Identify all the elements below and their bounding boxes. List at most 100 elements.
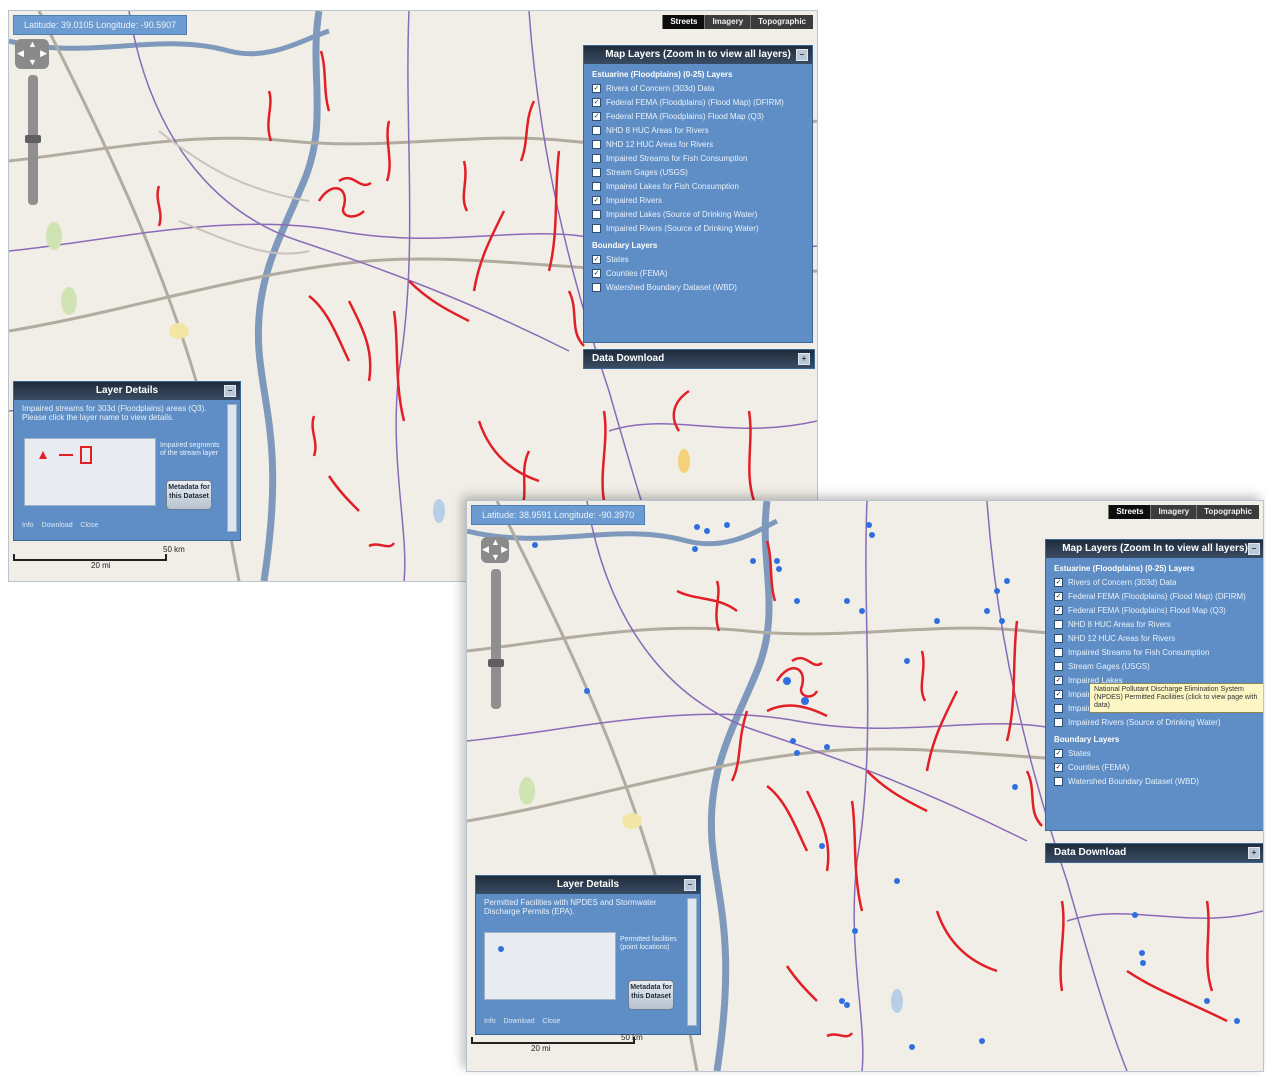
- zoom-slider-knob[interactable]: [25, 135, 41, 143]
- layer-toggle-row[interactable]: ✓ Federal FEMA (Floodplains) (Flood Map) …: [584, 95, 812, 109]
- basemap-imagery-button[interactable]: Imagery: [704, 15, 751, 29]
- layer-checkbox[interactable]: [592, 139, 601, 149]
- basemap-topographic-button[interactable]: Topographic: [1196, 505, 1259, 519]
- layer-toggle-row[interactable]: NHD 8 HUC Areas for Rivers: [1046, 617, 1263, 631]
- layer-toggle-row[interactable]: ✓ Rivers of Concern (303d) Data: [584, 81, 812, 95]
- legend-polygon-icon: [80, 446, 92, 464]
- layer-checkbox[interactable]: [592, 282, 601, 292]
- basemap-streets-button[interactable]: Streets: [662, 15, 705, 29]
- layer-toggle-row[interactable]: Impaired Streams for Fish Consumption: [1046, 645, 1263, 659]
- layer-toggle-row[interactable]: ✓ Rivers of Concern (303d) Data: [1046, 575, 1263, 589]
- zoom-slider[interactable]: [25, 75, 41, 205]
- layer-checkbox[interactable]: [592, 167, 601, 177]
- expand-icon[interactable]: +: [798, 353, 810, 365]
- info-link[interactable]: Info: [22, 522, 34, 529]
- layer-checkbox[interactable]: [1054, 717, 1063, 727]
- layer-checkbox[interactable]: ✓: [1054, 591, 1063, 601]
- layer-toggle-row[interactable]: ✓ Federal FEMA (Floodplains) Flood Map (Q…: [1046, 603, 1263, 617]
- metadata-button[interactable]: Metadata for this Dataset: [628, 980, 674, 1010]
- layer-checkbox[interactable]: ✓: [592, 195, 601, 205]
- map-navigation: ▲ ◀ ▶ ▼: [481, 537, 517, 709]
- layer-checkbox[interactable]: [1054, 661, 1063, 671]
- layer-checkbox[interactable]: ✓: [1054, 577, 1063, 587]
- layer-toggle-row[interactable]: Stream Gages (USGS): [584, 165, 812, 179]
- data-download-panel[interactable]: Data Download +: [583, 349, 815, 369]
- layer-label: Counties (FEMA): [606, 268, 668, 278]
- layer-toggle-row[interactable]: Impaired Rivers (Source of Drinking Wate…: [1046, 715, 1263, 729]
- layer-checkbox[interactable]: ✓: [592, 268, 601, 278]
- info-link[interactable]: Info: [484, 1018, 496, 1025]
- layer-details-title: Layer Details –: [14, 382, 240, 400]
- layer-checkbox[interactable]: [592, 153, 601, 163]
- layer-toggle-row[interactable]: NHD 12 HUC Areas for Rivers: [584, 137, 812, 151]
- layer-toggle-row[interactable]: ✓ Impaired Rivers: [584, 193, 812, 207]
- layer-checkbox[interactable]: [1054, 633, 1063, 643]
- layer-toggle-row[interactable]: Watershed Boundary Dataset (WBD): [1046, 774, 1263, 788]
- basemap-topographic-button[interactable]: Topographic: [750, 15, 813, 29]
- layer-toggle-row[interactable]: ✓ Federal FEMA (Floodplains) Flood Map (Q…: [584, 109, 812, 123]
- minimize-icon[interactable]: –: [796, 49, 808, 61]
- layer-label: Federal FEMA (Floodplains) Flood Map (Q3…: [1068, 605, 1226, 615]
- pan-up-icon[interactable]: ▲: [28, 39, 37, 49]
- close-link[interactable]: Close: [542, 1018, 560, 1025]
- pan-up-icon[interactable]: ▲: [491, 537, 500, 547]
- pan-down-icon[interactable]: ▼: [491, 552, 500, 562]
- layer-checkbox[interactable]: [1054, 703, 1063, 713]
- layer-toggle-row[interactable]: ✓ Federal FEMA (Floodplains) (Flood Map) …: [1046, 589, 1263, 603]
- layer-toggle-row[interactable]: ✓ States: [1046, 746, 1263, 760]
- layer-tooltip: National Pollutant Discharge Elimination…: [1089, 683, 1263, 713]
- layer-toggle-row[interactable]: Impaired Rivers (Source of Drinking Wate…: [584, 221, 812, 235]
- layer-label: NHD 8 HUC Areas for Rivers: [606, 125, 709, 135]
- layer-details-title: Layer Details –: [476, 876, 700, 894]
- layer-toggle-row[interactable]: NHD 12 HUC Areas for Rivers: [1046, 631, 1263, 645]
- pan-right-icon[interactable]: ▶: [40, 48, 47, 59]
- download-link[interactable]: Download: [41, 522, 72, 529]
- layer-toggle-row[interactable]: NHD 8 HUC Areas for Rivers: [584, 123, 812, 137]
- layer-toggle-row[interactable]: Impaired Lakes (Source of Drinking Water…: [584, 207, 812, 221]
- pan-control[interactable]: ▲ ◀ ▶ ▼: [481, 537, 509, 563]
- layer-checkbox[interactable]: ✓: [592, 254, 601, 264]
- basemap-imagery-button[interactable]: Imagery: [1150, 505, 1197, 519]
- map-layers-title-text: Map Layers (Zoom In to view all layers): [1062, 543, 1248, 554]
- layer-checkbox[interactable]: ✓: [592, 83, 601, 93]
- minimize-icon[interactable]: –: [1248, 543, 1260, 555]
- layer-toggle-row[interactable]: Impaired Lakes for Fish Consumption: [584, 179, 812, 193]
- layer-toggle-row[interactable]: ✓ Counties (FEMA): [1046, 760, 1263, 774]
- layer-checkbox[interactable]: [592, 181, 601, 191]
- download-link[interactable]: Download: [503, 1018, 534, 1025]
- layer-checkbox[interactable]: ✓: [1054, 748, 1063, 758]
- expand-icon[interactable]: +: [1248, 847, 1260, 859]
- pan-left-icon[interactable]: ◀: [17, 48, 24, 59]
- layer-checkbox[interactable]: ✓: [1054, 605, 1063, 615]
- minimize-icon[interactable]: –: [684, 879, 696, 891]
- layer-checkbox[interactable]: ✓: [592, 111, 601, 121]
- pan-control[interactable]: ▲ ◀ ▶ ▼: [15, 39, 49, 69]
- layer-checkbox[interactable]: [1054, 647, 1063, 657]
- layer-checkbox[interactable]: [1054, 776, 1063, 786]
- layer-checkbox[interactable]: ✓: [1054, 689, 1063, 699]
- layer-toggle-row[interactable]: Stream Gages (USGS): [1046, 659, 1263, 673]
- pan-down-icon[interactable]: ▼: [28, 57, 37, 67]
- layer-toggle-row[interactable]: ✓ Counties (FEMA): [584, 266, 812, 280]
- pan-right-icon[interactable]: ▶: [501, 544, 508, 555]
- layer-toggle-row[interactable]: Watershed Boundary Dataset (WBD): [584, 280, 812, 294]
- close-link[interactable]: Close: [80, 522, 98, 529]
- basemap-streets-button[interactable]: Streets: [1108, 505, 1151, 519]
- layer-checkbox[interactable]: ✓: [1054, 675, 1063, 685]
- layer-toggle-row[interactable]: Impaired Streams for Fish Consumption: [584, 151, 812, 165]
- layer-checkbox[interactable]: [592, 125, 601, 135]
- layer-checkbox[interactable]: [592, 209, 601, 219]
- pan-left-icon[interactable]: ◀: [482, 544, 489, 555]
- data-download-panel[interactable]: Data Download +: [1045, 843, 1263, 863]
- details-scrollbar[interactable]: [227, 404, 237, 532]
- layer-checkbox[interactable]: [592, 223, 601, 233]
- layer-checkbox[interactable]: [1054, 619, 1063, 629]
- zoom-slider[interactable]: [488, 569, 504, 709]
- zoom-slider-knob[interactable]: [488, 659, 504, 667]
- details-scrollbar[interactable]: [687, 898, 697, 1026]
- metadata-button[interactable]: Metadata for this Dataset: [166, 480, 212, 510]
- minimize-icon[interactable]: –: [224, 385, 236, 397]
- layer-checkbox[interactable]: ✓: [592, 97, 601, 107]
- layer-toggle-row[interactable]: ✓ States: [584, 252, 812, 266]
- layer-checkbox[interactable]: ✓: [1054, 762, 1063, 772]
